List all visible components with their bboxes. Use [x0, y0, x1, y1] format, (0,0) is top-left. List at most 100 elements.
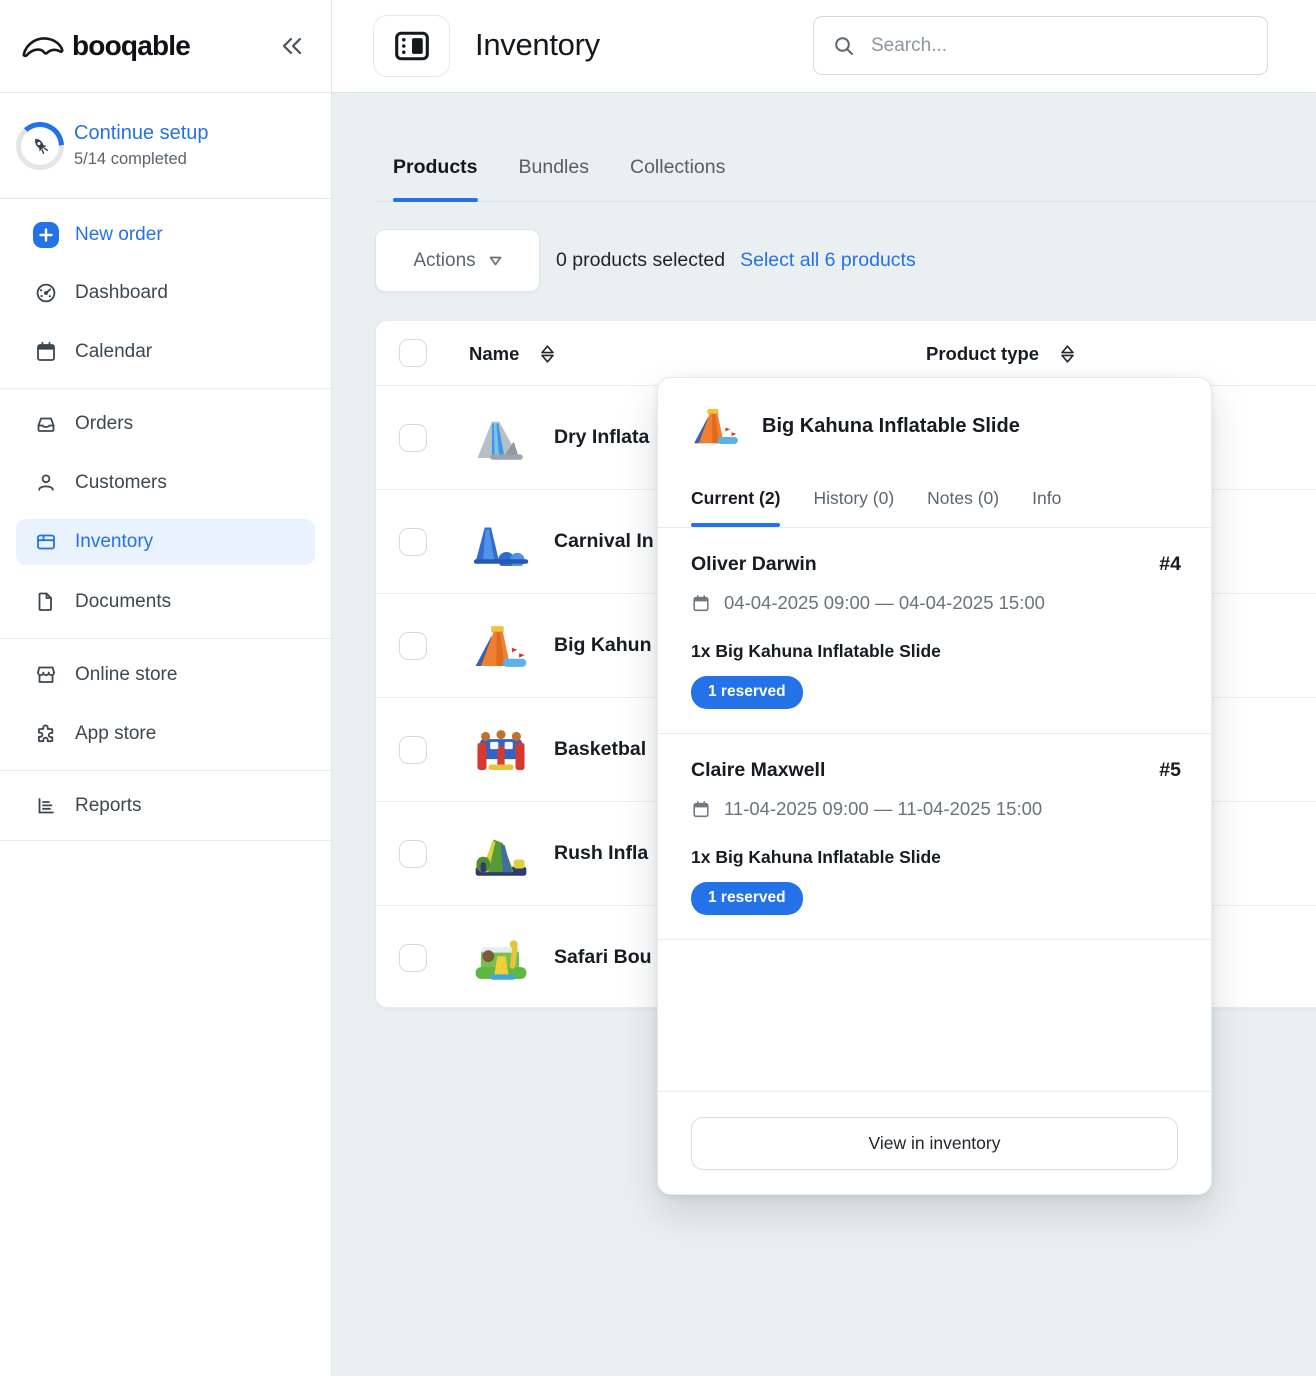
select-all-link[interactable]: Select all 6 products: [740, 249, 916, 272]
sort-icon[interactable]: [539, 344, 556, 364]
sidebar-item-dashboard[interactable]: Dashboard: [16, 270, 315, 316]
row-checkbox[interactable]: [399, 840, 427, 868]
document-icon: [33, 590, 59, 614]
sidebar-item-label: Documents: [75, 591, 171, 613]
person-icon: [33, 471, 59, 495]
popover-tab-notes[interactable]: Notes (0): [927, 474, 999, 527]
collapse-sidebar-button[interactable]: [275, 30, 309, 62]
logo-wordmark: booqable: [72, 30, 190, 62]
booking-customer: Oliver Darwin: [691, 551, 817, 577]
search-input[interactable]: [871, 35, 1249, 57]
booking-period: 04-04-2025 09:00 — 04-04-2025 15:00: [724, 590, 1045, 616]
product-thumbnail-basketball: [469, 724, 533, 776]
page-icon-button[interactable]: [373, 15, 450, 77]
sidebar-header: booqable: [0, 0, 331, 93]
sidebar-item-app-store[interactable]: App store: [16, 711, 315, 757]
product-name: Carnival In: [554, 490, 654, 593]
product-name: Safari Bou: [554, 906, 652, 1008]
view-in-inventory-button[interactable]: View in inventory: [691, 1117, 1178, 1170]
product-thumbnail-obstacle-course: [469, 828, 533, 880]
product-name: Basketbal: [554, 698, 646, 801]
sidebar-item-label: Dashboard: [75, 282, 168, 304]
popover-header: Big Kahuna Inflatable Slide: [658, 378, 1211, 448]
row-checkbox[interactable]: [399, 736, 427, 764]
actions-button[interactable]: Actions: [375, 229, 540, 292]
sidebar-item-label: Calendar: [75, 341, 152, 363]
calendar-icon: [691, 799, 711, 820]
sidebar-item-customers[interactable]: Customers: [16, 460, 315, 506]
popover-product-thumbnail: [691, 404, 741, 448]
column-header-product-type: Product type: [926, 343, 1039, 365]
product-name: Rush Infla: [554, 802, 648, 905]
continue-setup-label: Continue setup: [74, 122, 209, 145]
chevrons-left-icon: [279, 34, 305, 58]
sidebar-item-label: New order: [75, 224, 163, 246]
booking-line-item: 1x Big Kahuna Inflatable Slide: [691, 846, 1181, 868]
plus-circle-icon: [33, 222, 59, 248]
search-box: [813, 16, 1268, 75]
tab-bundles[interactable]: Bundles: [519, 156, 589, 202]
popover-footer: View in inventory: [658, 1091, 1211, 1194]
continue-setup-row[interactable]: Continue setup 5/14 completed: [0, 93, 331, 199]
row-checkbox[interactable]: [399, 528, 427, 556]
calendar-icon: [33, 340, 59, 364]
chevron-down-icon: [489, 256, 502, 266]
popover-tab-history[interactable]: History (0): [813, 474, 894, 527]
sidebar-item-label: Reports: [75, 795, 142, 817]
sidebar-item-inventory[interactable]: Inventory: [16, 519, 315, 565]
product-name: Dry Inflata: [554, 386, 649, 489]
topbar: Inventory: [332, 0, 1316, 93]
column-header-name: Name: [469, 343, 519, 365]
booking-order-number: #5: [1159, 759, 1181, 782]
sidebar-item-orders[interactable]: Orders: [16, 401, 315, 447]
product-thumbnail-gray-blue-slide: [469, 412, 533, 464]
booking-line-item: 1x Big Kahuna Inflatable Slide: [691, 640, 1181, 662]
box-icon: [33, 530, 59, 554]
tab-collections[interactable]: Collections: [630, 156, 725, 202]
product-thumbnail-safari-bounce: [469, 932, 533, 984]
booking-customer: Claire Maxwell: [691, 757, 825, 783]
setup-progress-label: 5/14 completed: [74, 150, 209, 169]
tab-products[interactable]: Products: [393, 156, 478, 202]
sidebar-divider: [0, 770, 331, 771]
sidebar-item-online-store[interactable]: Online store: [16, 652, 315, 698]
sidebar-item-calendar[interactable]: Calendar: [16, 329, 315, 375]
panel-icon: [393, 29, 431, 63]
sidebar-item-label: Orders: [75, 413, 133, 435]
select-all-checkbox[interactable]: [399, 339, 427, 367]
sidebar-divider: [0, 388, 331, 389]
sidebar-item-new-order[interactable]: New order: [16, 212, 315, 258]
actions-label: Actions: [413, 250, 475, 272]
row-checkbox[interactable]: [399, 424, 427, 452]
booking-item[interactable]: Claire Maxwell #5 11-04-2025 09:00 — 11-…: [658, 734, 1211, 940]
sidebar-item-label: Online store: [75, 664, 177, 686]
popover-tabs: Current (2) History (0) Notes (0) Info: [658, 474, 1211, 528]
sort-icon[interactable]: [1059, 344, 1076, 364]
storefront-icon: [33, 663, 59, 687]
app-screen: booqable: [0, 0, 1316, 1376]
sidebar-divider: [0, 638, 331, 639]
sidebar: booqable: [0, 0, 332, 1376]
product-name: Big Kahun: [554, 594, 652, 697]
calendar-icon: [691, 593, 711, 614]
booking-item[interactable]: Oliver Darwin #4 04-04-2025 09:00 — 04-0…: [658, 528, 1211, 734]
inbox-icon: [33, 412, 59, 436]
popover-title: Big Kahuna Inflatable Slide: [762, 415, 1020, 438]
sidebar-item-documents[interactable]: Documents: [16, 579, 315, 625]
selection-count: 0 products selected: [556, 249, 725, 272]
magnifier-icon: [832, 34, 856, 58]
row-checkbox[interactable]: [399, 632, 427, 660]
setup-progress-ring: [16, 122, 64, 170]
row-checkbox[interactable]: [399, 944, 427, 972]
page-title: Inventory: [475, 27, 600, 63]
sidebar-item-label: Customers: [75, 472, 167, 494]
popover-tab-current[interactable]: Current (2): [691, 474, 780, 527]
sidebar-item-reports[interactable]: Reports: [16, 783, 315, 829]
product-thumbnail-orange-blue-slide: [469, 620, 533, 672]
booqable-logo-icon: [20, 31, 66, 61]
sidebar-item-label: Inventory: [75, 531, 153, 553]
reserved-badge: 1 reserved: [691, 882, 803, 915]
product-thumbnail-blue-slide: [469, 516, 533, 568]
popover-tab-info[interactable]: Info: [1032, 474, 1061, 527]
product-detail-popover: Big Kahuna Inflatable Slide Current (2) …: [657, 377, 1212, 1195]
